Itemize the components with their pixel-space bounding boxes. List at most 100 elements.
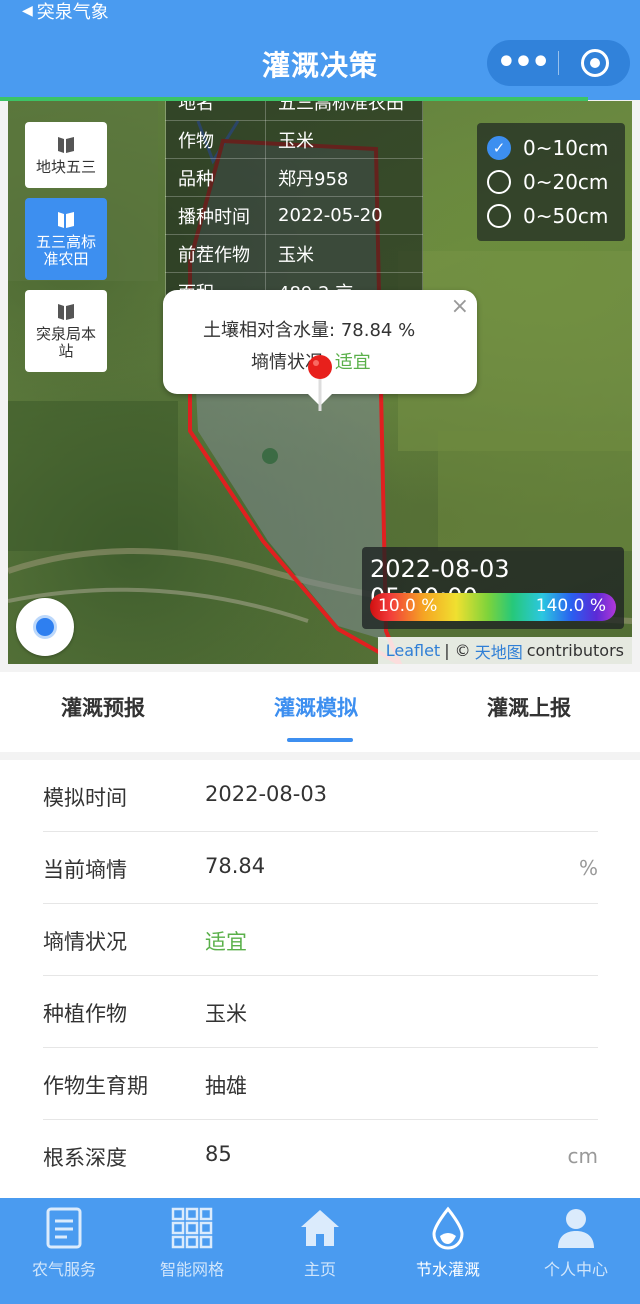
grid-icon xyxy=(171,1207,213,1249)
map-attribution: Leaflet | © 天地图 contributors xyxy=(377,637,632,664)
moisture-label: 土壤相对含水量: xyxy=(203,320,336,341)
info-key: 前茬作物 xyxy=(165,234,266,273)
info-row: 地名 五三高标准农田 xyxy=(165,101,423,121)
back-button[interactable]: ◀ 突泉气象 xyxy=(22,0,109,24)
map-pin-icon[interactable] xyxy=(306,353,334,415)
app-header: ◀ 突泉气象 灌溉决策 ••• xyxy=(0,0,640,101)
detail-label: 墒情状况 xyxy=(43,930,127,954)
leaflet-link[interactable]: Leaflet xyxy=(386,641,440,660)
nav-label: 节水灌溉 xyxy=(415,1260,480,1279)
nav-label: 农气服务 xyxy=(31,1260,96,1279)
radio-icon xyxy=(487,170,511,194)
depth-option-20[interactable]: 0~20cm xyxy=(477,165,625,199)
info-row: 作物 玉米 xyxy=(165,120,423,159)
locate-button[interactable] xyxy=(16,598,74,656)
map-view[interactable]: 地块五三 五三高标准农田 突泉局本站 地名 五三高标准农田 作物 玉米 品种 郑丹95… xyxy=(8,101,632,664)
layer-label: 五三高标准农田 xyxy=(35,233,96,268)
nav-label: 主页 xyxy=(303,1260,336,1279)
detail-row-status: 墒情状况 适宜 xyxy=(43,904,598,976)
back-arrow-icon: ◀ xyxy=(22,3,33,19)
info-key: 作物 xyxy=(165,120,266,159)
close-program-button[interactable] xyxy=(559,49,630,77)
attribution-suffix: contributors xyxy=(526,641,624,660)
back-label: 突泉气象 xyxy=(36,2,109,23)
active-tab-indicator xyxy=(287,738,353,742)
location-icon xyxy=(33,615,57,639)
detail-row-sim-time: 模拟时间 2022-08-03 xyxy=(43,760,598,832)
nav-label: 智能网格 xyxy=(159,1260,224,1279)
nav-agri-service[interactable]: 农气服务 xyxy=(0,1198,128,1304)
radio-icon xyxy=(487,204,511,228)
simulation-details: 模拟时间 2022-08-03 当前墒情 78.84 % 墒情状况 适宜 种植作… xyxy=(0,760,640,1200)
detail-value: 适宜 xyxy=(205,930,247,954)
user-icon xyxy=(558,1209,594,1248)
nav-irrigation[interactable]: 节水灌溉 xyxy=(384,1198,512,1304)
detail-value: 85 xyxy=(205,1142,232,1166)
info-value: 玉米 xyxy=(265,234,423,273)
detail-row-crop: 种植作物 玉米 xyxy=(43,976,598,1048)
bottom-nav: 农气服务 智能网格 主页 节水灌溉 个人中心 xyxy=(0,1198,640,1304)
depth-selector: ✓ 0~10cm 0~20cm 0~50cm xyxy=(477,123,625,241)
detail-unit: % xyxy=(578,856,598,880)
detail-value: 2022-08-03 xyxy=(205,782,328,806)
home-icon xyxy=(301,1210,339,1246)
map-layer-icon xyxy=(58,212,74,228)
color-legend-bar: 10.0 % 140.0 % xyxy=(370,593,616,621)
info-value: 玉米 xyxy=(265,120,423,159)
detail-row-root-depth: 根系深度 85 cm xyxy=(43,1120,598,1192)
tianditu-link[interactable]: 天地图 xyxy=(475,639,523,663)
tab-report[interactable]: 灌溉上报 xyxy=(487,692,571,722)
nav-home[interactable]: 主页 xyxy=(256,1198,384,1304)
detail-row-moisture: 当前墒情 78.84 % xyxy=(43,832,598,904)
detail-value: 78.84 xyxy=(205,854,266,878)
layer-label: 突泉局本站 xyxy=(35,325,96,360)
depth-label: 0~20cm xyxy=(523,170,609,194)
legend-panel: 2022-08-03 05:00:00 10.0 % 140.0 % xyxy=(362,547,624,629)
nav-profile[interactable]: 个人中心 xyxy=(512,1198,640,1304)
detail-unit: cm xyxy=(567,1144,598,1168)
layer-label: 地块五三 xyxy=(35,157,96,176)
radio-checked-icon: ✓ xyxy=(487,136,511,160)
tab-bar: 灌溉预报 灌溉模拟 灌溉上报 xyxy=(0,672,640,752)
layer-button-station[interactable]: 突泉局本站 xyxy=(25,290,107,372)
detail-value: 抽雄 xyxy=(205,1074,247,1098)
attribution-sep: | © xyxy=(444,641,471,660)
moisture-line: 土壤相对含水量: 78.84 % xyxy=(203,316,415,342)
tab-forecast[interactable]: 灌溉预报 xyxy=(61,692,145,722)
layer-button-gaobiao[interactable]: 五三高标准农田 xyxy=(25,198,107,280)
depth-label: 0~10cm xyxy=(523,136,609,160)
map-layer-icon xyxy=(58,304,74,320)
detail-label: 根系深度 xyxy=(43,1146,127,1170)
popup-close-icon[interactable]: × xyxy=(451,294,469,319)
detail-label: 种植作物 xyxy=(43,1002,127,1026)
nav-smart-grid[interactable]: 智能网格 xyxy=(128,1198,256,1304)
info-key: 播种时间 xyxy=(165,196,266,235)
mini-program-capsule: ••• xyxy=(487,40,630,86)
detail-row-growth-stage: 作物生育期 抽雄 xyxy=(43,1048,598,1120)
detail-label: 模拟时间 xyxy=(43,786,127,810)
depth-option-50[interactable]: 0~50cm xyxy=(477,199,625,233)
info-value: 2022-05-20 xyxy=(265,196,423,235)
detail-value: 玉米 xyxy=(205,1002,247,1026)
info-row: 前茬作物 玉米 xyxy=(165,234,423,273)
info-key: 地名 xyxy=(165,101,266,121)
depth-option-10[interactable]: ✓ 0~10cm xyxy=(477,131,625,165)
info-value: 郑丹958 xyxy=(265,158,423,197)
field-info-table: 地名 五三高标准农田 作物 玉米 品种 郑丹958 播种时间 2022-05-20 前茬… xyxy=(165,101,423,311)
info-row: 播种时间 2022-05-20 xyxy=(165,196,423,235)
nav-label: 个人中心 xyxy=(543,1260,608,1279)
moisture-value: 78.84 % xyxy=(340,320,416,341)
info-value: 五三高标准农田 xyxy=(265,101,423,121)
info-row: 品种 郑丹958 xyxy=(165,158,423,197)
layer-button-dikuai[interactable]: 地块五三 xyxy=(25,122,107,188)
legend-min: 10.0 % xyxy=(378,596,438,616)
depth-label: 0~50cm xyxy=(523,204,609,228)
map-layer-icon xyxy=(58,136,74,153)
target-icon xyxy=(580,49,609,77)
info-key: 品种 xyxy=(165,158,266,197)
document-icon xyxy=(46,1207,82,1249)
detail-label: 作物生育期 xyxy=(43,1074,148,1098)
more-options-icon[interactable]: ••• xyxy=(487,48,558,78)
tab-simulation[interactable]: 灌溉模拟 xyxy=(274,692,358,722)
legend-max: 140.0 % xyxy=(535,596,606,616)
